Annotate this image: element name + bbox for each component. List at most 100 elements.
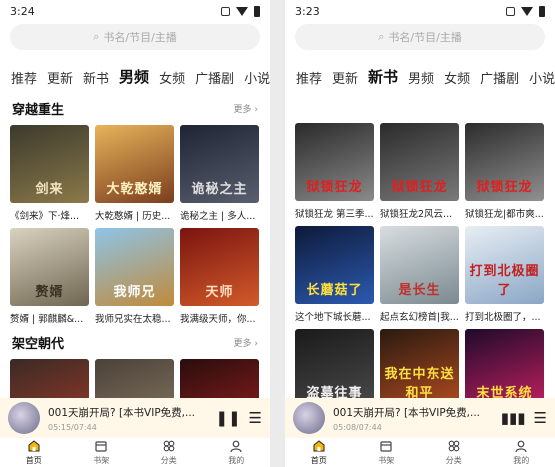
book-title[interactable]: 起点玄幻榜首|我... [380,309,459,323]
screen-right: 3:23 ⌕ 书名/节目/主播 推荐 更新 新书 男频 女频 广播剧 小说 狱锁狂龙 狱锁狂… [285,0,555,467]
search-icon: ⌕ [93,30,100,43]
book-cover[interactable]: 是长生 [380,226,459,304]
book-cover[interactable]: 长蘑菇了 [295,226,374,304]
book-cover[interactable]: 诡秘之主 [180,125,259,203]
player-title: 001天崩开局? [本书VIP免费,... [333,406,481,419]
nav-label: 书架 [378,456,395,465]
book-title[interactable]: 诡秘之主 | 多人... [180,208,259,222]
mini-player[interactable]: 001天崩开局? [本书VIP免费,... 05:08/07:44 ▮▮▮ ☰ [285,398,555,438]
book-title[interactable]: 《剑来》下·烽... [10,208,89,222]
tab-4[interactable]: 女频 [444,68,470,87]
book-cover[interactable]: 狱锁狂龙 [380,123,459,201]
tab-6[interactable]: 小说 [529,68,555,87]
book-grid: 剑来 《剑来》下·烽... 大乾憨婿 大乾憨婿 | 历史... 诡秘之主 诡秘之… [0,125,270,331]
book-card[interactable]: 我师兄 我师兄实在太稳... [95,228,174,325]
cover-title-art: 长蘑菇了 [306,283,363,298]
bookshelf-icon [94,439,108,455]
playlist-icon[interactable]: ☰ [534,409,547,427]
book-title[interactable]: 打到北极圈了，... [465,309,544,323]
nav-label: 我的 [513,456,530,465]
tab-6[interactable]: 小说 [244,68,270,87]
nav-mine[interactable]: 我的 [203,438,271,467]
book-title[interactable]: 我满级天师，你... [180,311,259,325]
tab-5[interactable]: 广播剧 [480,68,519,87]
book-cover[interactable]: 狱锁狂龙 [295,123,374,201]
section-header: 穿越重生 更多 › [0,97,270,119]
player-cover[interactable] [8,402,40,434]
home-icon [312,439,326,455]
tab-1[interactable]: 更新 [332,68,358,87]
status-time: 3:24 [10,4,35,18]
tab-3[interactable]: 男频 [119,66,149,87]
status-icons [221,5,260,17]
more-link[interactable]: 更多 › [234,336,258,349]
book-card[interactable]: 是长生 起点玄幻榜首|我... [380,226,459,323]
more-link[interactable]: 更多 › [234,102,258,115]
book-title[interactable]: 赘婿 | 郭麒麟&... [10,311,89,325]
book-title[interactable]: 大乾憨婿 | 历史... [95,208,174,222]
book-title[interactable]: 狱锁狂龙|都市爽... [465,206,544,220]
book-cover[interactable]: 狱锁狂龙 [465,123,544,201]
player-cover[interactable] [293,402,325,434]
nav-label: 首页 [310,456,327,465]
book-card[interactable]: 剑来 《剑来》下·烽... [10,125,89,222]
book-title[interactable]: 狱锁狂龙 第三季... [295,206,374,220]
tab-0[interactable]: 推荐 [11,68,37,87]
book-card[interactable]: 赘婿 赘婿 | 郭麒麟&... [10,228,89,325]
nav-mine[interactable]: 我的 [488,438,555,467]
nav-label: 我的 [228,456,245,465]
category-icon [447,439,461,455]
book-cover[interactable]: 天师 [180,228,259,306]
book-card[interactable]: 狱锁狂龙 狱锁狂龙2风云... [380,123,459,220]
book-cover[interactable]: 赘婿 [10,228,89,306]
book-card[interactable]: 长蘑菇了 这个地下城长蘑... [295,226,374,323]
play-pause-icon[interactable]: ▮▮▮ [501,409,526,427]
book-card[interactable]: 狱锁狂龙 狱锁狂龙 第三季... [295,123,374,220]
player-info[interactable]: 001天崩开局? [本书VIP免费,... 05:15/07:44 [48,405,207,432]
book-card[interactable]: 天师 我满级天师，你... [180,228,259,325]
nav-category[interactable]: 分类 [420,438,488,467]
cover-title-art: 诡秘之主 [191,182,248,197]
book-cover[interactable]: 我在中东送和平 [380,329,459,407]
cover-title-art: 打到北极圈了 [469,264,540,298]
nav-home[interactable]: 首页 [285,438,353,467]
tab-3[interactable]: 男频 [408,68,434,87]
play-pause-icon[interactable]: ❚❚ [215,409,240,427]
book-title[interactable]: 狱锁狂龙2风云... [380,206,459,220]
category-tabs: 推荐 更新 新书 男频 女频 广播剧 小说 [0,59,270,87]
nav-category[interactable]: 分类 [135,438,203,467]
nav-bookshelf[interactable]: 书架 [353,438,421,467]
wifi-icon [236,6,248,16]
book-card[interactable]: 大乾憨婿 大乾憨婿 | 历史... [95,125,174,222]
search-placeholder: 书名/节目/主播 [388,31,462,44]
book-cover[interactable]: 盗墓往事 [295,329,374,407]
cover-title-art: 我师兄 [113,285,156,300]
book-card[interactable]: 狱锁狂龙 狱锁狂龙|都市爽... [465,123,544,220]
search-bar[interactable]: ⌕ 书名/节目/主播 [295,24,545,50]
book-cover[interactable]: 我师兄 [95,228,174,306]
book-cover[interactable]: 大乾憨婿 [95,125,174,203]
nav-home[interactable]: 首页 [0,438,68,467]
nav-label: 分类 [445,456,462,465]
book-cover[interactable]: 打到北极圈了 [465,226,544,304]
tab-5[interactable]: 广播剧 [195,68,234,87]
tab-0[interactable]: 推荐 [296,68,322,87]
book-cover[interactable]: 末世系统 [465,329,544,407]
book-cover[interactable]: 剑来 [10,125,89,203]
book-card[interactable]: 打到北极圈了 打到北极圈了，... [465,226,544,323]
player-info[interactable]: 001天崩开局? [本书VIP免费,... 05:08/07:44 [333,405,493,432]
book-title[interactable]: 我师兄实在太稳... [95,311,174,325]
search-bar[interactable]: ⌕ 书名/节目/主播 [10,24,260,50]
tab-2[interactable]: 新书 [368,66,398,87]
section-header: 架空朝代 更多 › [0,331,270,353]
book-card[interactable]: 诡秘之主 诡秘之主 | 多人... [180,125,259,222]
playlist-icon[interactable]: ☰ [249,409,262,427]
nav-bookshelf[interactable]: 书架 [68,438,136,467]
book-title[interactable]: 这个地下城长蘑... [295,309,374,323]
mini-player[interactable]: 001天崩开局? [本书VIP免费,... 05:15/07:44 ❚❚ ☰ [0,398,270,438]
tab-2[interactable]: 新书 [83,68,109,87]
tab-4[interactable]: 女频 [159,68,185,87]
tab-1[interactable]: 更新 [47,68,73,87]
book-grid: 狱锁狂龙 狱锁狂龙 第三季... 狱锁狂龙 狱锁狂龙2风云... 狱锁狂龙 狱锁… [285,123,555,432]
cover-title-art: 狱锁狂龙 [306,180,363,195]
